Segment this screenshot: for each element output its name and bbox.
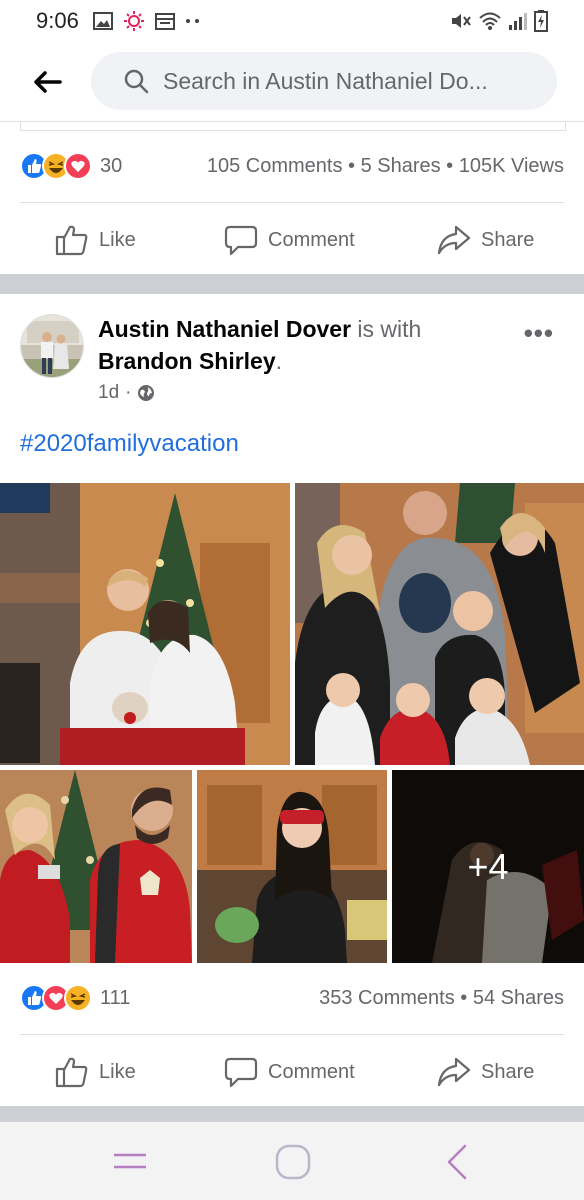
status-notification-icons bbox=[92, 10, 201, 32]
home-button[interactable] bbox=[275, 1144, 311, 1185]
wifi-icon bbox=[479, 12, 501, 30]
post-photo-5-more[interactable]: +4 bbox=[392, 770, 584, 963]
share-label: Share bbox=[481, 228, 535, 251]
like-label: Like bbox=[99, 1060, 136, 1083]
calendar-icon bbox=[154, 13, 175, 30]
search-icon bbox=[124, 69, 149, 94]
comment-button[interactable]: Comment bbox=[224, 1056, 355, 1088]
share-button[interactable]: Share bbox=[437, 1056, 534, 1088]
profile-photo bbox=[21, 315, 83, 377]
comment-button[interactable]: Comment bbox=[224, 224, 355, 256]
comment-label: Comment bbox=[268, 1060, 355, 1083]
tag-period: . bbox=[275, 348, 283, 374]
post-photo-1[interactable] bbox=[0, 483, 290, 765]
status-time: 9:06 bbox=[36, 8, 79, 33]
post-author-line: Austin Nathaniel Dover is with Brandon S… bbox=[98, 313, 498, 377]
comment-icon bbox=[224, 1057, 258, 1088]
globe-icon[interactable] bbox=[137, 384, 155, 402]
search-placeholder: Search in Austin Nathaniel Do... bbox=[163, 67, 488, 94]
post-meta: 1d · bbox=[98, 382, 155, 404]
search-input[interactable]: Search in Austin Nathaniel Do... bbox=[91, 52, 557, 110]
previous-post-actions: Like Comment Share bbox=[0, 210, 584, 270]
photo-family-group bbox=[295, 483, 584, 765]
post-photo-2[interactable] bbox=[295, 483, 584, 765]
avatar[interactable] bbox=[20, 314, 84, 378]
more-photos-overlay: +4 bbox=[392, 770, 584, 963]
sun-icon bbox=[123, 11, 144, 31]
meta-dot: · bbox=[125, 382, 132, 403]
divider bbox=[20, 202, 564, 203]
more-options-icon[interactable]: ••• bbox=[524, 318, 554, 349]
engagement-stats[interactable]: 105 Comments • 5 Shares • 105K Views bbox=[207, 155, 564, 178]
post-photo-3[interactable] bbox=[0, 770, 192, 963]
thumbs-up-icon bbox=[55, 1057, 88, 1088]
gallery-icon bbox=[92, 12, 113, 30]
back-nav-button[interactable] bbox=[445, 1144, 469, 1185]
tagged-friend-name[interactable]: Brandon Shirley bbox=[98, 348, 276, 374]
status-system-icons bbox=[450, 10, 548, 32]
reaction-count: 111 bbox=[100, 986, 131, 1009]
love-reaction-icon bbox=[64, 152, 92, 180]
back-chevron-icon bbox=[447, 1144, 467, 1180]
author-name[interactable]: Austin Nathaniel Dover bbox=[98, 316, 351, 342]
reaction-summary[interactable] bbox=[20, 984, 92, 1012]
haha-reaction-icon bbox=[64, 984, 92, 1012]
more-notifications-icon bbox=[185, 19, 199, 23]
post-photo-4[interactable] bbox=[197, 770, 387, 963]
system-navigation-bar bbox=[0, 1122, 584, 1200]
share-button[interactable]: Share bbox=[437, 224, 534, 256]
with-text: is with bbox=[351, 316, 422, 342]
mute-icon bbox=[452, 14, 471, 28]
recent-apps-button[interactable] bbox=[112, 1149, 148, 1178]
share-arrow-icon bbox=[437, 225, 471, 255]
reaction-count: 30 bbox=[100, 154, 123, 177]
divider bbox=[20, 1034, 564, 1035]
photo-couple-red-shirts bbox=[0, 770, 192, 963]
back-arrow-icon bbox=[34, 70, 62, 93]
more-photos-count: +4 bbox=[467, 845, 509, 887]
status-bar: 9:06 bbox=[0, 0, 584, 42]
recent-apps-icon bbox=[114, 1153, 146, 1169]
photo-couple-by-tree bbox=[0, 483, 290, 765]
reaction-summary[interactable] bbox=[20, 152, 92, 180]
share-label: Share bbox=[481, 1060, 535, 1083]
comment-icon bbox=[224, 225, 258, 256]
battery-icon bbox=[534, 10, 548, 32]
comment-label: Comment bbox=[268, 228, 355, 251]
post-actions: Like Comment Share bbox=[0, 1042, 584, 1102]
like-label: Like bbox=[99, 228, 136, 251]
post-separator bbox=[0, 274, 584, 294]
post-reactions-row: 111 353 Comments • 54 Shares bbox=[20, 983, 564, 1013]
like-button[interactable]: Like bbox=[55, 1056, 136, 1088]
post-separator bbox=[0, 1106, 584, 1122]
previous-post-reactions-row: 30 105 Comments • 5 Shares • 105K Views bbox=[20, 151, 564, 181]
photo-woman-sleep-mask bbox=[197, 770, 387, 963]
engagement-stats[interactable]: 353 Comments • 54 Shares bbox=[319, 987, 564, 1010]
thumbs-up-icon bbox=[55, 225, 88, 256]
post-time[interactable]: 1d bbox=[98, 382, 119, 404]
hashtag-link[interactable]: #2020familyvacation bbox=[20, 430, 239, 458]
share-arrow-icon bbox=[437, 1057, 471, 1087]
search-header: Search in Austin Nathaniel Do... bbox=[0, 42, 584, 122]
home-icon bbox=[275, 1144, 311, 1180]
back-button[interactable] bbox=[22, 57, 72, 107]
previous-post-attachment-edge bbox=[20, 122, 566, 131]
signal-icon bbox=[509, 13, 527, 30]
like-button[interactable]: Like bbox=[55, 224, 136, 256]
